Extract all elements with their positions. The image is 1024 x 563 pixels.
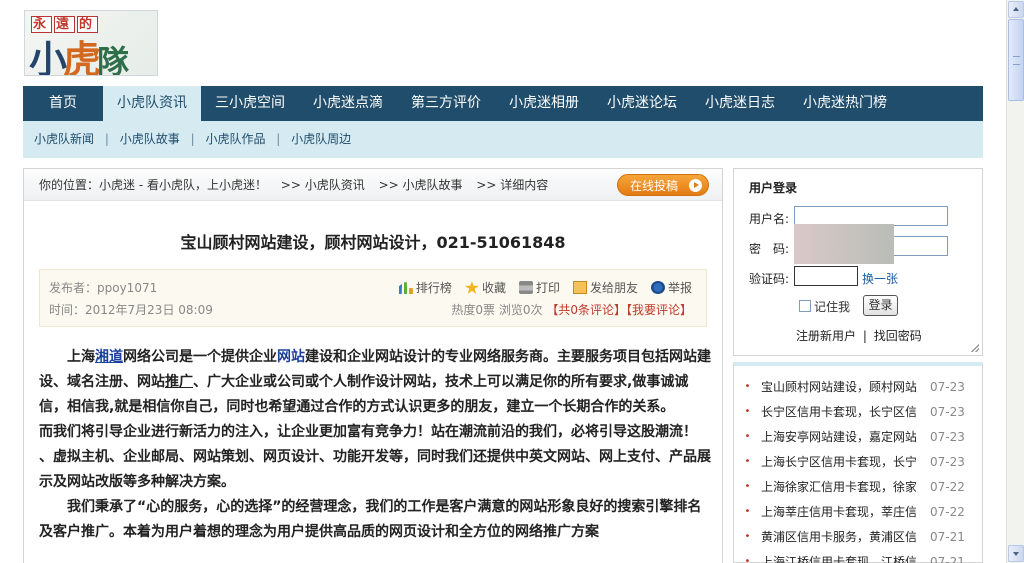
vertical-scrollbar[interactable] [1006, 0, 1024, 563]
view-count: 浏览0次 [498, 303, 543, 317]
list-item[interactable]: • 上海长宁区信用卡套现，长宁 07-23 [734, 449, 982, 474]
breadcrumb-part: >> 详细内容 [476, 178, 549, 192]
submit-article-label: 在线投稿 [630, 179, 679, 193]
login-title: 用户登录 [749, 181, 798, 195]
article-author: 发布者：ppoy1071 [49, 281, 158, 295]
register-link[interactable]: 注册新用户 [796, 329, 856, 343]
logo-main-text: 小虎隊 [29, 38, 129, 76]
comments-link[interactable]: 【共0条评论】 [546, 303, 626, 317]
bullet-icon: • [744, 456, 751, 467]
forgot-password-link[interactable]: 找回密码 [874, 329, 922, 343]
nav-item-reviews[interactable]: 第三方评价 [397, 86, 495, 121]
sub-nav: 小虎队新闻 | 小虎队故事 | 小虎队作品 | 小虎队周边 [23, 121, 983, 158]
nav-item-album[interactable]: 小虎迷相册 [495, 86, 593, 121]
bullet-icon: • [744, 556, 751, 563]
paragraph: 我们秉承了“心的服务，心的选择”的经营理念，我们的工作是客户满意的网站形象良好的… [39, 499, 702, 540]
article-panel: 你的位置：小虎迷 - 看小虎队，上小虎迷！ >> 小虎队资讯 >> 小虎队故事 … [23, 168, 723, 563]
rank-link[interactable]: 排行榜 [398, 279, 452, 296]
article-stats: 热度0票 浏览0次 【共0条评论】【我要评论】 [451, 301, 692, 318]
bullet-icon: • [744, 531, 751, 542]
submit-article-button[interactable]: 在线投稿 [617, 174, 709, 196]
scroll-up-icon[interactable] [1008, 1, 1024, 18]
list-item[interactable]: • 长宁区信用卡套现，长宁区信 07-23 [734, 399, 982, 424]
share-link[interactable]: 发给朋友 [572, 279, 638, 296]
report-link[interactable]: 举报 [650, 279, 692, 296]
remember-checkbox[interactable] [799, 300, 811, 312]
envelope-icon [572, 281, 587, 294]
list-item[interactable]: • 上海徐家汇信用卡套现，徐家 07-22 [734, 474, 982, 499]
subnav-separator: | [276, 132, 281, 146]
bar-chart-icon [398, 282, 413, 294]
arrow-right-icon [689, 179, 702, 192]
scrollbar-thumb[interactable] [1008, 19, 1024, 101]
nav-item-news[interactable]: 小虎队资讯 [103, 86, 201, 121]
list-item[interactable]: • 黄浦区信用卡服务，黄浦区信 07-21 [734, 524, 982, 549]
article-body: 上海湘道网络公司是一个提供企业网站建设和企业网站设计的专业网络服务商。主要服务项… [24, 327, 722, 545]
report-icon [650, 281, 665, 294]
paragraph: 上海湘道网络公司是一个提供企业网站建设和企业网站设计的专业网络服务商。主要服务项… [39, 349, 711, 415]
bullet-icon: • [744, 481, 751, 492]
subnav-separator: | [104, 132, 109, 146]
printer-icon [518, 281, 533, 294]
keyword-link[interactable]: 网站 [277, 349, 305, 365]
star-icon [464, 281, 479, 294]
hot-count: 热度0票 [451, 303, 496, 317]
article-tools: 排行榜 收藏 打印 发给朋友 举报 [398, 279, 692, 296]
bullet-icon: • [744, 506, 751, 517]
nav-item-forum[interactable]: 小虎迷论坛 [593, 86, 691, 121]
article-time: 时间：2012年7月23日 08:09 [49, 303, 213, 317]
captcha-field[interactable] [794, 266, 858, 286]
paragraph: 而我们将引导企业进行新活力的注入，让企业更加富有竞争力！站在潮流前沿的我们，必将… [39, 424, 711, 490]
breadcrumb-part[interactable]: >> 小虎队资讯 [281, 178, 365, 192]
main-nav: 首页 小虎队资讯 三小虎空间 小虎迷点滴 第三方评价 小虎迷相册 小虎迷论坛 小… [23, 86, 983, 121]
nav-item-hot[interactable]: 小虎迷热门榜 [789, 86, 901, 121]
password-label: 密 码: [749, 242, 790, 256]
keyword-link[interactable]: 推广 [165, 374, 193, 390]
subnav-item-works[interactable]: 小虎队作品 [205, 132, 265, 146]
subnav-item-news[interactable]: 小虎队新闻 [34, 132, 94, 146]
nav-item-blog[interactable]: 小虎迷日志 [691, 86, 789, 121]
site-logo[interactable]: 永遠的 小虎隊 [24, 10, 158, 76]
subnav-item-story[interactable]: 小虎队故事 [120, 132, 180, 146]
bullet-icon: • [744, 431, 751, 442]
username-field[interactable] [794, 206, 948, 226]
nav-item-home[interactable]: 首页 [23, 86, 103, 121]
bullet-icon: • [744, 406, 751, 417]
captcha-label: 验证码: [749, 272, 790, 286]
breadcrumb-part[interactable]: >> 小虎队故事 [379, 178, 463, 192]
list-item[interactable]: • 上海江桥信用卡套现，江桥信 07-21 [734, 549, 982, 563]
list-item[interactable]: • 上海安亭网站建设，嘉定网站 07-23 [734, 424, 982, 449]
scroll-down-icon[interactable] [1008, 545, 1024, 562]
breadcrumb-prefix[interactable]: 你的位置：小虎迷 - 看小虎队，上小虎迷！ [39, 178, 267, 192]
list-item[interactable]: • 宝山顾村网站建设，顾村网站 07-23 [734, 374, 982, 399]
breadcrumb: 你的位置：小虎迷 - 看小虎队，上小虎迷！ >> 小虎队资讯 >> 小虎队故事 … [24, 169, 722, 201]
refresh-captcha-link[interactable]: 换一张 [862, 270, 898, 287]
captcha-overlay-image [794, 224, 894, 264]
favorite-link[interactable]: 收藏 [464, 279, 506, 296]
news-list: • 宝山顾村网站建设，顾村网站 07-23 • 长宁区信用卡套现，长宁区信 07-23 … [733, 362, 983, 563]
subnav-item-merch[interactable]: 小虎队周边 [291, 132, 351, 146]
bullet-icon: • [744, 381, 751, 392]
login-links: 注册新用户 | 找回密码 [796, 327, 922, 344]
remember-label: 记住我 [814, 300, 851, 314]
login-button[interactable]: 登录 [863, 295, 898, 316]
article-meta: 发布者：ppoy1071 时间：2012年7月23日 08:09 排行榜 收藏 … [39, 269, 707, 327]
nav-item-space[interactable]: 三小虎空间 [201, 86, 299, 121]
login-panel: 用户登录 用户名: 密 码: 验证码: 换一张 记住我 登录 注册新用户 | 找… [733, 168, 983, 356]
write-comment-link[interactable]: 【我要评论】 [626, 303, 692, 317]
username-label: 用户名: [749, 212, 790, 226]
keyword-link[interactable]: 湘道 [95, 349, 123, 365]
subnav-separator: | [190, 132, 195, 146]
article-title: 宝山顾村网站建设，顾村网站设计，021-51061848 [180, 233, 566, 252]
nav-item-fans[interactable]: 小虎迷点滴 [299, 86, 397, 121]
print-link[interactable]: 打印 [518, 279, 560, 296]
links-divider: | [862, 329, 867, 343]
resize-grip-icon [971, 344, 979, 352]
list-item[interactable]: • 上海莘庄信用卡套现，莘庄信 07-22 [734, 499, 982, 524]
